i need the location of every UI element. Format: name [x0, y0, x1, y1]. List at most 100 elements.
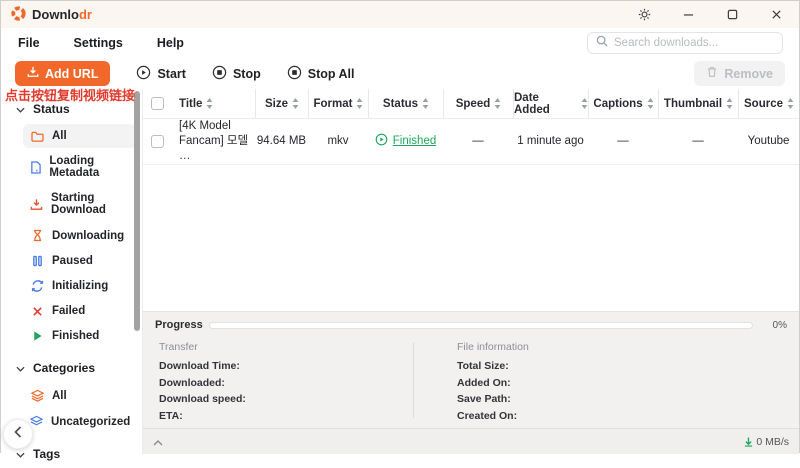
downloads-panel: Title Size Format Status Speed: [143, 89, 799, 454]
details-panel: Progress 0% Transfer Download Time: Down…: [143, 311, 799, 428]
copy-link-hint: 点击按钮复制视频链接: [5, 85, 135, 104]
downloaded-label: Downloaded:: [159, 377, 413, 389]
sidebar-scrollbar[interactable]: [134, 91, 140, 331]
menu-file[interactable]: File: [1, 36, 57, 50]
details-columns: Transfer Download Time: Downloaded: Down…: [143, 331, 799, 426]
file-info-title: File information: [457, 341, 529, 353]
sidebar-item-loading-metadata[interactable]: Loading Metadata: [23, 149, 136, 185]
stop-circle-icon: [212, 65, 227, 83]
stop-all-button[interactable]: Stop All: [287, 65, 355, 83]
sidebar-item-uncategorized[interactable]: Uncategorized: [23, 409, 136, 434]
save-path-label: Save Path:: [457, 393, 529, 405]
layers-icon: [30, 415, 43, 428]
network-speed: 0 MB/s: [744, 436, 789, 448]
progress-label: Progress: [155, 319, 199, 331]
app-window: Downlodr File Settings Help: [0, 0, 800, 453]
download-tray-icon: [30, 198, 43, 211]
sidebar-item-label: Starting Download: [51, 192, 129, 216]
table-header: Title Size Format Status Speed: [143, 89, 799, 119]
column-status[interactable]: Status: [368, 89, 443, 118]
title-bar: Downlodr: [1, 1, 799, 28]
column-thumbnail[interactable]: Thumbnail: [658, 89, 738, 118]
chevron-up-icon[interactable]: [153, 433, 163, 451]
sidebar-item-starting-download[interactable]: Starting Download: [23, 186, 136, 222]
row-format: mkv: [308, 135, 368, 147]
select-all-checkbox[interactable]: [151, 97, 164, 110]
sidebar-item-paused[interactable]: Paused: [23, 249, 136, 273]
pause-icon: [30, 255, 44, 267]
added-on-label: Added On:: [457, 377, 529, 389]
column-title[interactable]: Title: [171, 89, 255, 118]
download-icon: [27, 66, 39, 81]
stop-button[interactable]: Stop: [212, 65, 261, 83]
column-date-added[interactable]: Date Added: [513, 89, 588, 118]
row-title: [4K Model Fancam] 모델 …: [171, 119, 255, 164]
sidebar-item-label: Uncategorized: [51, 416, 130, 428]
maximize-icon[interactable]: [723, 6, 741, 24]
progress-percent: 0%: [767, 320, 787, 331]
sidebar-collapse-button[interactable]: [3, 419, 33, 449]
search-input[interactable]: [614, 37, 774, 49]
progress-section: Progress 0%: [143, 312, 799, 331]
finished-link[interactable]: Finished: [393, 135, 436, 147]
status-bar: 0 MB/s: [143, 428, 799, 454]
sort-icon: [581, 98, 588, 109]
sidebar-item-finished[interactable]: Finished: [23, 324, 136, 348]
app-logo: Downlodr: [11, 6, 92, 24]
column-source[interactable]: Source: [738, 89, 799, 118]
play-circle-icon: [136, 65, 151, 83]
start-button[interactable]: Start: [136, 65, 185, 83]
download-time-label: Download Time:: [159, 360, 413, 372]
menu-bar: File Settings Help: [1, 28, 799, 58]
chevron-down-icon: [16, 447, 25, 461]
window-controls: [635, 6, 789, 24]
table-row[interactable]: [4K Model Fancam] 모델 … 94.64 MB mkv Fini…: [143, 119, 799, 165]
sort-icon: [787, 98, 794, 109]
minimize-icon[interactable]: [679, 6, 697, 24]
file-info-section: File information Total Size: Added On: S…: [413, 341, 529, 426]
sort-icon: [206, 98, 213, 109]
download-speed-label: Download speed:: [159, 393, 413, 405]
x-icon: [30, 306, 44, 317]
theme-toggle-icon[interactable]: [635, 6, 653, 24]
add-url-button[interactable]: Add URL: [15, 61, 110, 86]
folder-icon: [30, 131, 44, 142]
search-box[interactable]: [587, 32, 783, 54]
menu-help[interactable]: Help: [140, 36, 201, 50]
close-icon[interactable]: [767, 6, 785, 24]
sidebar-item-failed[interactable]: Failed: [23, 299, 136, 323]
sidebar-section-categories[interactable]: Categories: [1, 354, 142, 382]
sidebar-item-initializing[interactable]: Initializing: [23, 274, 136, 298]
column-speed[interactable]: Speed: [443, 89, 513, 118]
sidebar-item-label: Initializing: [52, 280, 108, 292]
sidebar-item-downloading[interactable]: Downloading: [23, 223, 136, 248]
row-captions: —: [588, 135, 658, 147]
details-divider: [413, 343, 414, 418]
sort-icon: [292, 98, 299, 109]
column-format[interactable]: Format: [308, 89, 368, 118]
sidebar-item-label: Paused: [52, 255, 93, 267]
total-size-label: Total Size:: [457, 360, 529, 372]
menu-settings[interactable]: Settings: [57, 36, 140, 50]
row-size: 94.64 MB: [255, 134, 308, 149]
refresh-icon: [30, 280, 44, 292]
row-check-cell: [143, 135, 171, 148]
row-date-added: 1 minute ago: [513, 135, 588, 147]
column-captions[interactable]: Captions: [588, 89, 658, 118]
stop-circle-icon: [287, 65, 302, 83]
sidebar-item-label: Loading Metadata: [49, 155, 129, 179]
content-area: Status All Loading Metadata Starting Dow…: [1, 89, 799, 454]
sidebar-item-categories-all[interactable]: All: [23, 383, 136, 408]
sidebar-item-all[interactable]: All: [23, 124, 136, 148]
sort-icon: [356, 98, 363, 109]
remove-button[interactable]: Remove: [694, 61, 785, 86]
chevron-down-icon: [16, 361, 25, 375]
play-icon: [30, 330, 44, 342]
sort-icon: [494, 98, 501, 109]
column-size[interactable]: Size: [255, 89, 308, 118]
download-arrow-icon: [744, 437, 753, 447]
row-checkbox[interactable]: [151, 135, 164, 148]
app-title: Downlodr: [32, 7, 92, 22]
hourglass-icon: [30, 229, 44, 242]
progress-bar: [209, 322, 753, 329]
